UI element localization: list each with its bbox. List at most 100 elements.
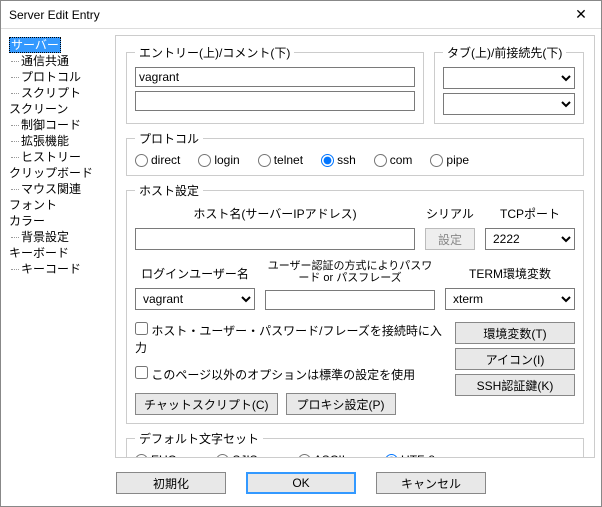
term-label: TERM環境変数 bbox=[445, 265, 575, 282]
prev-combo[interactable] bbox=[443, 93, 575, 115]
protocol-group: プロトコル direct login telnet ssh com pipe bbox=[126, 130, 584, 176]
charset-radio[interactable] bbox=[385, 454, 398, 459]
auth-label: ユーザー認証の方式によりパスワード or パスフレーズ bbox=[265, 260, 435, 284]
cancel-button[interactable]: キャンセル bbox=[376, 472, 486, 494]
protocol-radio[interactable] bbox=[258, 154, 271, 167]
charset-option-ascii[interactable]: ASCII bbox=[298, 453, 345, 458]
init-button[interactable]: 初期化 bbox=[116, 472, 226, 494]
close-icon[interactable]: ✕ bbox=[561, 1, 601, 29]
ssh-key-button[interactable]: SSH認証鍵(K) bbox=[455, 374, 575, 396]
main-panel: エントリー(上)/コメント(下) タブ(上)/前接続先(下) プロトコル bbox=[115, 35, 595, 458]
protocol-option-login[interactable]: login bbox=[198, 153, 239, 167]
entry-input[interactable] bbox=[135, 67, 415, 87]
tcp-label: TCPポート bbox=[485, 205, 575, 222]
tree-item[interactable]: プロトコル bbox=[7, 69, 111, 85]
charset-label: UTF-8 bbox=[401, 453, 435, 458]
tree-item[interactable]: キーコード bbox=[7, 261, 111, 277]
charset-group: デフォルト文字セット EUC SJIS ASCII UTF-8 bbox=[126, 430, 584, 458]
nav-tree[interactable]: サーバー通信共通プロトコルスクリプトスクリーン制御コード拡張機能ヒストリークリッ… bbox=[7, 35, 111, 458]
tree-item[interactable]: 拡張機能 bbox=[7, 133, 111, 149]
charset-label: SJIS bbox=[232, 453, 257, 458]
tree-item[interactable]: 通信共通 bbox=[7, 53, 111, 69]
host-label: ホスト名(サーバーIPアドレス) bbox=[135, 205, 415, 222]
protocol-radio[interactable] bbox=[135, 154, 148, 167]
protocol-radio[interactable] bbox=[198, 154, 211, 167]
protocol-radio[interactable] bbox=[321, 154, 334, 167]
tree-item-label: スクリーン bbox=[9, 102, 68, 116]
tree-item-label: キーボード bbox=[9, 246, 69, 260]
protocol-label: login bbox=[214, 153, 239, 167]
charset-radio[interactable] bbox=[216, 454, 229, 459]
tree-item[interactable]: カラー bbox=[7, 213, 111, 229]
term-env-combo[interactable]: xterm bbox=[445, 288, 575, 310]
serial-button: 設定 bbox=[425, 228, 475, 250]
protocol-label: ssh bbox=[337, 153, 356, 167]
tree-item[interactable]: マウス関連 bbox=[7, 181, 111, 197]
tree-item[interactable]: 制御コード bbox=[7, 117, 111, 133]
tree-item[interactable]: フォント bbox=[7, 197, 111, 213]
charset-label: ASCII bbox=[314, 453, 345, 458]
icon-button[interactable]: アイコン(I) bbox=[455, 348, 575, 370]
charset-radio[interactable] bbox=[135, 454, 148, 459]
tab-group: タブ(上)/前接続先(下) bbox=[434, 44, 584, 124]
tree-item-label: フォント bbox=[9, 198, 57, 212]
tree-item-label: クリップボード bbox=[9, 166, 93, 180]
window: Server Edit Entry ✕ サーバー通信共通プロトコルスクリプトスク… bbox=[0, 0, 602, 507]
charset-option-sjis[interactable]: SJIS bbox=[216, 453, 257, 458]
protocol-label: pipe bbox=[446, 153, 469, 167]
tab-combo[interactable] bbox=[443, 67, 575, 89]
tree-item[interactable]: キーボード bbox=[7, 245, 111, 261]
chk-default-box[interactable] bbox=[135, 366, 148, 379]
comment-input[interactable] bbox=[135, 91, 415, 111]
ok-button[interactable]: OK bbox=[246, 472, 356, 494]
protocol-radios: direct login telnet ssh com pipe bbox=[135, 153, 575, 167]
charset-legend: デフォルト文字セット bbox=[135, 430, 263, 447]
tree-item[interactable]: スクリプト bbox=[7, 85, 111, 101]
passphrase-input[interactable] bbox=[265, 290, 435, 310]
chat-script-button[interactable]: チャットスクリプト(C) bbox=[135, 393, 278, 415]
charset-option-utf-8[interactable]: UTF-8 bbox=[385, 453, 435, 458]
charset-radio[interactable] bbox=[298, 454, 311, 459]
charset-label: EUC bbox=[151, 453, 176, 458]
tree-item[interactable]: ヒストリー bbox=[7, 149, 111, 165]
protocol-label: com bbox=[390, 153, 413, 167]
footer: 初期化 OK キャンセル bbox=[1, 464, 601, 506]
chk-connect-label: ホスト・ユーザー・パスワード/フレーズを接続時に入力 bbox=[135, 324, 442, 355]
login-user-combo[interactable]: vagrant bbox=[135, 288, 255, 310]
window-title: Server Edit Entry bbox=[9, 8, 100, 22]
protocol-radio[interactable] bbox=[374, 154, 387, 167]
titlebar: Server Edit Entry ✕ bbox=[1, 1, 601, 29]
serial-label: シリアル bbox=[425, 205, 475, 222]
entry-legend: エントリー(上)/コメント(下) bbox=[135, 44, 294, 61]
protocol-label: direct bbox=[151, 153, 180, 167]
charset-option-euc[interactable]: EUC bbox=[135, 453, 176, 458]
protocol-option-com[interactable]: com bbox=[374, 153, 413, 167]
env-vars-button[interactable]: 環境変数(T) bbox=[455, 322, 575, 344]
tree-item[interactable]: 背景設定 bbox=[7, 229, 111, 245]
chk-connect-box[interactable] bbox=[135, 322, 148, 335]
chk-default-label: このページ以外のオプションは標準の設定を使用 bbox=[151, 368, 415, 382]
charset-radios: EUC SJIS ASCII UTF-8 bbox=[135, 453, 575, 458]
tree-item-label: サーバー bbox=[9, 37, 61, 53]
protocol-option-pipe[interactable]: pipe bbox=[430, 153, 469, 167]
tree-item[interactable]: クリップボード bbox=[7, 165, 111, 181]
chk-connect-input[interactable]: ホスト・ユーザー・パスワード/フレーズを接続時に入力 bbox=[135, 322, 443, 356]
protocol-radio[interactable] bbox=[430, 154, 443, 167]
tree-item[interactable]: サーバー bbox=[7, 37, 111, 53]
tree-item-label: カラー bbox=[9, 214, 45, 228]
host-group: ホスト設定 ホスト名(サーバーIPアドレス) シリアル 設定 TCPポート 22… bbox=[126, 182, 584, 424]
login-label: ログインユーザー名 bbox=[135, 265, 255, 282]
tcp-port-combo[interactable]: 2222 bbox=[485, 228, 575, 250]
tab-legend: タブ(上)/前接続先(下) bbox=[443, 44, 566, 61]
tree-item[interactable]: スクリーン bbox=[7, 101, 111, 117]
protocol-option-telnet[interactable]: telnet bbox=[258, 153, 303, 167]
entry-group: エントリー(上)/コメント(下) bbox=[126, 44, 424, 124]
protocol-legend: プロトコル bbox=[135, 130, 203, 147]
chk-default-opts[interactable]: このページ以外のオプションは標準の設定を使用 bbox=[135, 366, 443, 383]
host-legend: ホスト設定 bbox=[135, 182, 203, 199]
proxy-button[interactable]: プロキシ設定(P) bbox=[286, 393, 396, 415]
protocol-option-direct[interactable]: direct bbox=[135, 153, 180, 167]
protocol-option-ssh[interactable]: ssh bbox=[321, 153, 356, 167]
protocol-label: telnet bbox=[274, 153, 303, 167]
host-combo[interactable] bbox=[135, 228, 415, 250]
